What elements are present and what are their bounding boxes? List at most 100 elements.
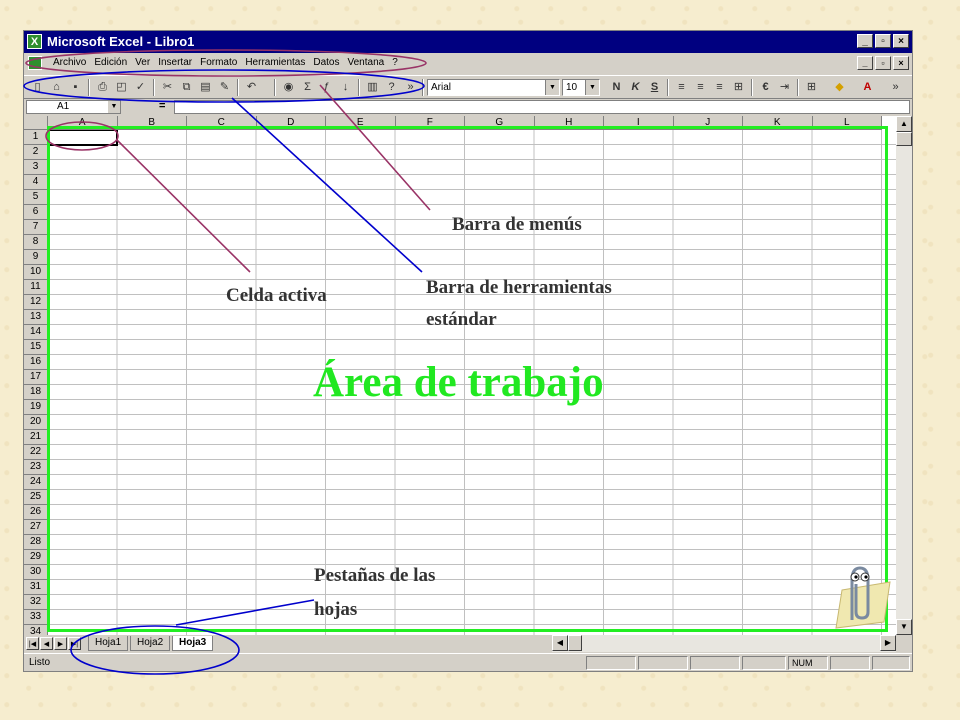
- more-buttons-icon[interactable]: »: [402, 79, 419, 96]
- close-button[interactable]: ×: [893, 34, 909, 48]
- save-icon[interactable]: ▪: [67, 79, 84, 96]
- doc-restore-button[interactable]: ▫: [875, 56, 891, 70]
- row-header[interactable]: 6: [24, 205, 48, 220]
- row-header[interactable]: 28: [24, 535, 48, 550]
- format-painter-icon[interactable]: ✎: [216, 79, 233, 96]
- row-header[interactable]: 26: [24, 505, 48, 520]
- row-header[interactable]: 23: [24, 460, 48, 475]
- menu-insertar[interactable]: Insertar: [154, 57, 196, 68]
- row-header[interactable]: 5: [24, 190, 48, 205]
- doc-minimize-button[interactable]: _: [857, 56, 873, 70]
- scroll-thumb[interactable]: [568, 635, 582, 651]
- sheet-tab-hoja2[interactable]: Hoja2: [130, 636, 171, 651]
- excel-app-icon[interactable]: X: [27, 34, 42, 49]
- borders-icon[interactable]: ⊞: [803, 79, 820, 96]
- sheet-tab-hoja1[interactable]: Hoja1: [88, 636, 129, 651]
- paste-icon[interactable]: ▤: [197, 79, 214, 96]
- italic-icon[interactable]: K: [627, 79, 644, 96]
- sheet-tab-hoja3[interactable]: Hoja3: [172, 636, 214, 651]
- row-header[interactable]: 24: [24, 475, 48, 490]
- horizontal-scrollbar[interactable]: ◀ ▶: [552, 635, 896, 652]
- menu-herramientas[interactable]: Herramientas: [241, 57, 309, 68]
- menu-archivo[interactable]: Archivo: [49, 57, 90, 68]
- row-header[interactable]: 29: [24, 550, 48, 565]
- formula-input[interactable]: [174, 100, 910, 114]
- menu-formato[interactable]: Formato: [196, 57, 241, 68]
- undo-icon[interactable]: ↶: [243, 79, 260, 96]
- scroll-right-icon[interactable]: ▶: [880, 635, 896, 651]
- scroll-up-icon[interactable]: ▲: [896, 116, 912, 132]
- align-right-icon[interactable]: ≡: [711, 79, 728, 96]
- align-center-icon[interactable]: ≡: [692, 79, 709, 96]
- help-icon[interactable]: ?: [383, 79, 400, 96]
- row-header[interactable]: 30: [24, 565, 48, 580]
- vertical-scrollbar[interactable]: ▲ ▼: [896, 116, 912, 635]
- doc-close-button[interactable]: ×: [893, 56, 909, 70]
- row-header[interactable]: 32: [24, 595, 48, 610]
- align-left-icon[interactable]: ≡: [673, 79, 690, 96]
- minimize-button[interactable]: _: [857, 34, 873, 48]
- sort-ascending-icon[interactable]: ↓: [337, 79, 354, 96]
- select-all-corner[interactable]: [24, 116, 48, 130]
- row-header[interactable]: 34: [24, 625, 48, 635]
- row-header[interactable]: 33: [24, 610, 48, 625]
- autosum-icon[interactable]: Σ: [299, 79, 316, 96]
- menu-ventana[interactable]: Ventana: [343, 57, 388, 68]
- fill-color-icon[interactable]: ◆: [831, 79, 848, 96]
- prev-sheet-icon[interactable]: ◀: [40, 637, 53, 650]
- row-header[interactable]: 11: [24, 280, 48, 295]
- row-header[interactable]: 13: [24, 310, 48, 325]
- scroll-thumb[interactable]: [896, 132, 912, 146]
- row-header[interactable]: 9: [24, 250, 48, 265]
- scroll-left-icon[interactable]: ◀: [552, 635, 568, 651]
- underline-icon[interactable]: S: [646, 79, 663, 96]
- print-preview-icon[interactable]: ◰: [113, 79, 130, 96]
- cut-icon[interactable]: ✂: [159, 79, 176, 96]
- next-sheet-icon[interactable]: ▶: [54, 637, 67, 650]
- font-color-icon[interactable]: A: [859, 79, 876, 96]
- menu-edicion[interactable]: Edición: [90, 57, 131, 68]
- open-icon[interactable]: ⌂: [48, 79, 65, 96]
- row-header[interactable]: 4: [24, 175, 48, 190]
- menu-ver[interactable]: Ver: [131, 57, 154, 68]
- row-header[interactable]: 16: [24, 355, 48, 370]
- row-header[interactable]: 20: [24, 415, 48, 430]
- increase-indent-icon[interactable]: ⇥: [776, 79, 793, 96]
- row-header[interactable]: 3: [24, 160, 48, 175]
- row-header[interactable]: 14: [24, 325, 48, 340]
- row-header[interactable]: 8: [24, 235, 48, 250]
- workbook-icon[interactable]: [28, 56, 42, 70]
- first-sheet-icon[interactable]: |◀: [26, 637, 39, 650]
- font-size-select[interactable]: 10 ▼: [562, 79, 600, 96]
- row-header[interactable]: 7: [24, 220, 48, 235]
- row-header[interactable]: 22: [24, 445, 48, 460]
- chevron-down-icon[interactable]: ▼: [585, 80, 599, 95]
- row-header[interactable]: 19: [24, 400, 48, 415]
- row-header[interactable]: 1: [24, 130, 48, 145]
- last-sheet-icon[interactable]: ▶|: [68, 637, 81, 650]
- row-header[interactable]: 17: [24, 370, 48, 385]
- merge-center-icon[interactable]: ⊞: [730, 79, 747, 96]
- row-header[interactable]: 31: [24, 580, 48, 595]
- print-icon[interactable]: ⎙: [94, 79, 111, 96]
- name-box[interactable]: A1 ▼: [26, 100, 121, 114]
- chevron-down-icon[interactable]: ▼: [108, 101, 120, 113]
- row-header[interactable]: 12: [24, 295, 48, 310]
- row-header[interactable]: 25: [24, 490, 48, 505]
- row-header[interactable]: 2: [24, 145, 48, 160]
- menu-ayuda[interactable]: ?: [388, 57, 402, 68]
- new-icon[interactable]: ▯: [29, 79, 46, 96]
- chevron-down-icon[interactable]: ▼: [545, 80, 559, 95]
- menu-datos[interactable]: Datos: [309, 57, 343, 68]
- copy-icon[interactable]: ⧉: [178, 79, 195, 96]
- row-header[interactable]: 18: [24, 385, 48, 400]
- row-header[interactable]: 15: [24, 340, 48, 355]
- maximize-button[interactable]: ▫: [875, 34, 891, 48]
- row-header[interactable]: 10: [24, 265, 48, 280]
- edit-formula-button[interactable]: =: [159, 100, 165, 112]
- bold-icon[interactable]: N: [608, 79, 625, 96]
- function-icon[interactable]: ƒ: [318, 79, 335, 96]
- euro-icon[interactable]: €: [757, 79, 774, 96]
- font-name-select[interactable]: Arial ▼: [427, 79, 560, 96]
- hyperlink-icon[interactable]: ◉: [280, 79, 297, 96]
